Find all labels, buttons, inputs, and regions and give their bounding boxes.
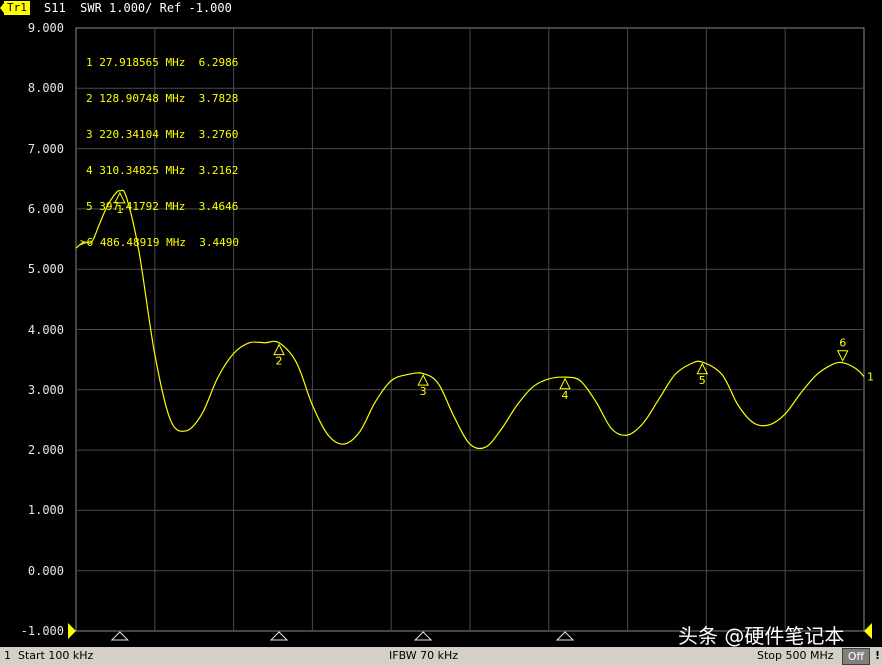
marker-row: 2 128.90748 MHz 3.7828	[86, 93, 239, 105]
marker-position-indicator	[110, 631, 130, 641]
marker-value: 3.4490	[199, 236, 239, 249]
marker-triangle	[836, 350, 849, 362]
y-tick-label: 5.000	[27, 262, 64, 277]
marker-triangle	[559, 377, 571, 390]
marker-id: 5	[86, 200, 93, 213]
marker-row: 1 27.918565 MHz 6.2986	[86, 57, 239, 69]
stop-frequency[interactable]: Stop 500 MHz	[757, 647, 834, 665]
marker-id: 4	[86, 164, 93, 177]
marker-readout-table: 1 27.918565 MHz 6.2986 2 128.90748 MHz 3…	[80, 33, 239, 273]
marker-label: 4	[562, 389, 569, 402]
reference-level-arrow-right	[864, 623, 872, 639]
edge-indicators: 1	[68, 371, 874, 641]
marker-position-indicator	[269, 631, 289, 641]
marker-row: 4 310.34825 MHz 3.2162	[86, 165, 239, 177]
channel-number[interactable]: 1	[4, 647, 11, 665]
marker-label: 2	[276, 355, 283, 368]
marker-label: 5	[699, 374, 706, 387]
vna-screen: Tr1 S11 SWR 1.000/ Ref -1.000 123456 1 9…	[0, 0, 882, 665]
y-tick-label: 2.000	[27, 443, 64, 458]
ifbw-setting[interactable]: IFBW 70 kHz	[389, 647, 458, 665]
marker-freq: 220.34104 MHz	[99, 128, 186, 141]
marker-freq: 128.90748 MHz	[99, 92, 186, 105]
marker-id: 1	[86, 56, 93, 69]
marker-value: 3.7828	[198, 92, 239, 105]
marker-freq: 397.41792 MHz	[99, 200, 186, 213]
marker-row: 5 397.41792 MHz 3.4646	[86, 201, 239, 213]
marker-value: 3.2760	[198, 128, 239, 141]
status-bar: 1 Start 100 kHz IFBW 70 kHz Stop 500 MHz…	[0, 647, 882, 665]
marker-id: 2	[86, 92, 93, 105]
y-tick-label: 6.000	[27, 201, 64, 216]
marker-triangle	[273, 343, 285, 356]
y-tick-label: 3.000	[27, 382, 64, 397]
averaging-off-indicator[interactable]: Off	[842, 648, 870, 665]
marker-position-indicator	[413, 631, 433, 641]
marker-value: 3.4646	[198, 200, 239, 213]
marker-value: 6.2986	[198, 56, 239, 69]
reference-level-arrow	[68, 623, 76, 639]
marker-triangle	[417, 374, 429, 386]
marker-freq: 310.34825 MHz	[99, 164, 186, 177]
start-frequency[interactable]: Start 100 kHz	[18, 647, 93, 665]
y-tick-label: 1.000	[27, 503, 64, 518]
y-tick-label: -1.000	[20, 624, 64, 638]
trace-end-label: 1	[867, 371, 874, 384]
marker-triangle	[696, 362, 709, 375]
marker-id: >6	[80, 236, 94, 249]
y-tick-label: 0.000	[27, 563, 64, 578]
marker-freq: 486.48919 MHz	[99, 236, 186, 249]
marker-row: >6 486.48919 MHz 3.4490	[80, 237, 239, 249]
y-tick-label: 8.000	[27, 81, 64, 96]
y-tick-label: 4.000	[27, 322, 64, 337]
marker-value: 3.2162	[198, 164, 239, 177]
y-tick-label: 7.000	[27, 141, 64, 156]
marker-position-indicator	[555, 631, 575, 641]
alert-icon: !	[874, 649, 880, 662]
y-tick-label: 9.000	[27, 21, 64, 35]
marker-row: 3 220.34104 MHz 3.2760	[86, 129, 239, 141]
marker-freq: 27.918565 MHz	[99, 56, 186, 69]
marker-id: 3	[86, 128, 93, 141]
marker-label: 3	[420, 385, 427, 398]
marker-label: 6	[839, 337, 846, 350]
watermark-text: 头条 @硬件笔记本	[678, 624, 845, 648]
